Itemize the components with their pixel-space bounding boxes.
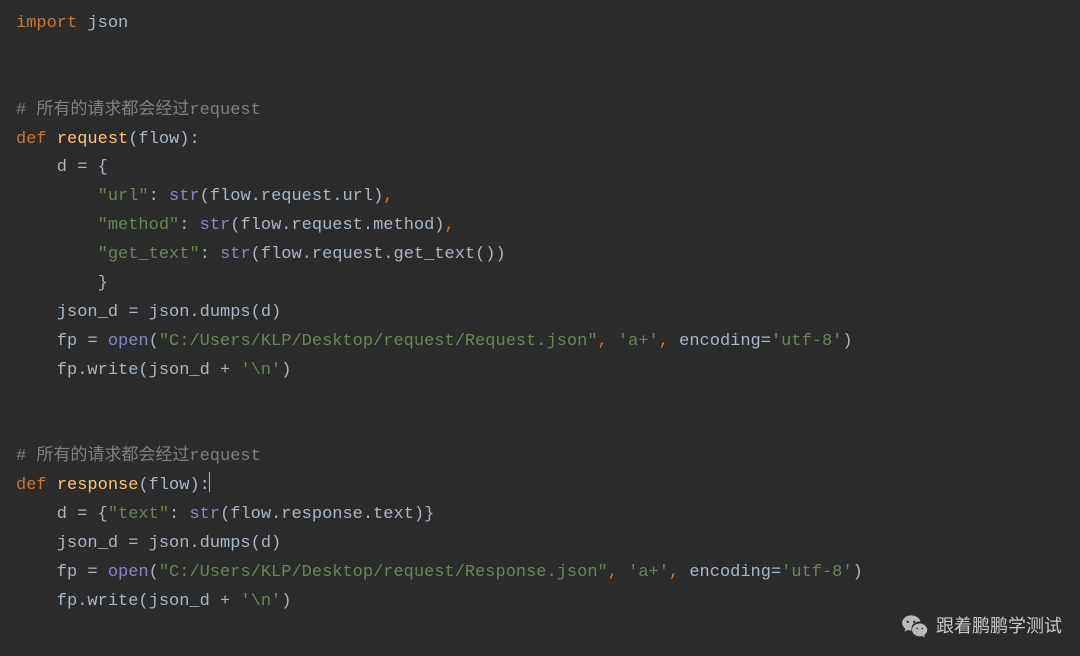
indent (16, 216, 98, 235)
module-name: json (77, 14, 128, 33)
code-line: json_d = json.dumps(d) (16, 534, 281, 553)
sep: : (200, 245, 220, 264)
dict-key: "method" (98, 216, 180, 235)
string-mode: 'a+' (628, 563, 669, 582)
builtin-open: open (108, 563, 149, 582)
sep: : (169, 505, 189, 524)
indent: d = { (16, 505, 108, 524)
code-line: fp.write(json_d + (16, 361, 240, 380)
paren-close: ) (853, 563, 863, 582)
paren-close: ) (281, 592, 291, 611)
kwarg-name: encoding (689, 563, 771, 582)
comma: , (659, 332, 679, 351)
keyword-import: import (16, 14, 77, 33)
indent (16, 245, 98, 264)
sep: : (149, 187, 169, 206)
expr: (flow.request.method) (230, 216, 444, 235)
comment-line: # 所有的请求都会经过request (16, 447, 261, 466)
paren-close: ) (281, 361, 291, 380)
paren: ( (149, 332, 159, 351)
params: (flow): (138, 476, 209, 495)
string-newline: '\n' (240, 361, 281, 380)
expr: (flow.request.get_text()) (251, 245, 506, 264)
expr: (flow.response.text)} (220, 505, 434, 524)
indent (16, 187, 98, 206)
watermark: 跟着鹏鹏学测试 (901, 611, 1062, 642)
string-enc: 'utf-8' (781, 563, 852, 582)
dict-key: "text" (108, 505, 169, 524)
code-line: fp = (16, 332, 108, 351)
keyword-def: def (16, 130, 47, 149)
sep: : (179, 216, 199, 235)
builtin-open: open (108, 332, 149, 351)
paren: ( (149, 563, 159, 582)
function-name: response (57, 476, 139, 495)
eq: = (771, 563, 781, 582)
code-line: fp = (16, 563, 108, 582)
comma: , (445, 216, 455, 235)
builtin-str: str (189, 505, 220, 524)
code-line: fp.write(json_d + (16, 592, 240, 611)
wechat-icon (901, 613, 929, 641)
eq: = (761, 332, 771, 351)
code-line: d = { (16, 158, 108, 177)
comma: , (598, 332, 618, 351)
comment-line: # 所有的请求都会经过request (16, 101, 261, 120)
kwarg-name: encoding (679, 332, 761, 351)
params: (flow): (128, 130, 199, 149)
watermark-text: 跟着鹏鹏学测试 (936, 611, 1062, 642)
code-line: json_d = json.dumps(d) (16, 303, 281, 322)
code-editor[interactable]: import json # 所有的请求都会经过request def reque… (0, 0, 1080, 627)
dict-key: "get_text" (98, 245, 200, 264)
builtin-str: str (200, 216, 231, 235)
keyword-def: def (16, 476, 47, 495)
comma: , (608, 563, 628, 582)
string-newline: '\n' (240, 592, 281, 611)
string-mode: 'a+' (618, 332, 659, 351)
comma: , (383, 187, 393, 206)
dict-key: "url" (98, 187, 149, 206)
paren-close: ) (842, 332, 852, 351)
expr: (flow.request.url) (200, 187, 384, 206)
brace-close: } (16, 274, 108, 293)
function-name: request (57, 130, 128, 149)
string-enc: 'utf-8' (771, 332, 842, 351)
builtin-str: str (220, 245, 251, 264)
builtin-str: str (169, 187, 200, 206)
string-path: "C:/Users/KLP/Desktop/request/Request.js… (159, 332, 598, 351)
text-cursor (209, 472, 211, 492)
string-path: "C:/Users/KLP/Desktop/request/Response.j… (159, 563, 608, 582)
comma: , (669, 563, 689, 582)
